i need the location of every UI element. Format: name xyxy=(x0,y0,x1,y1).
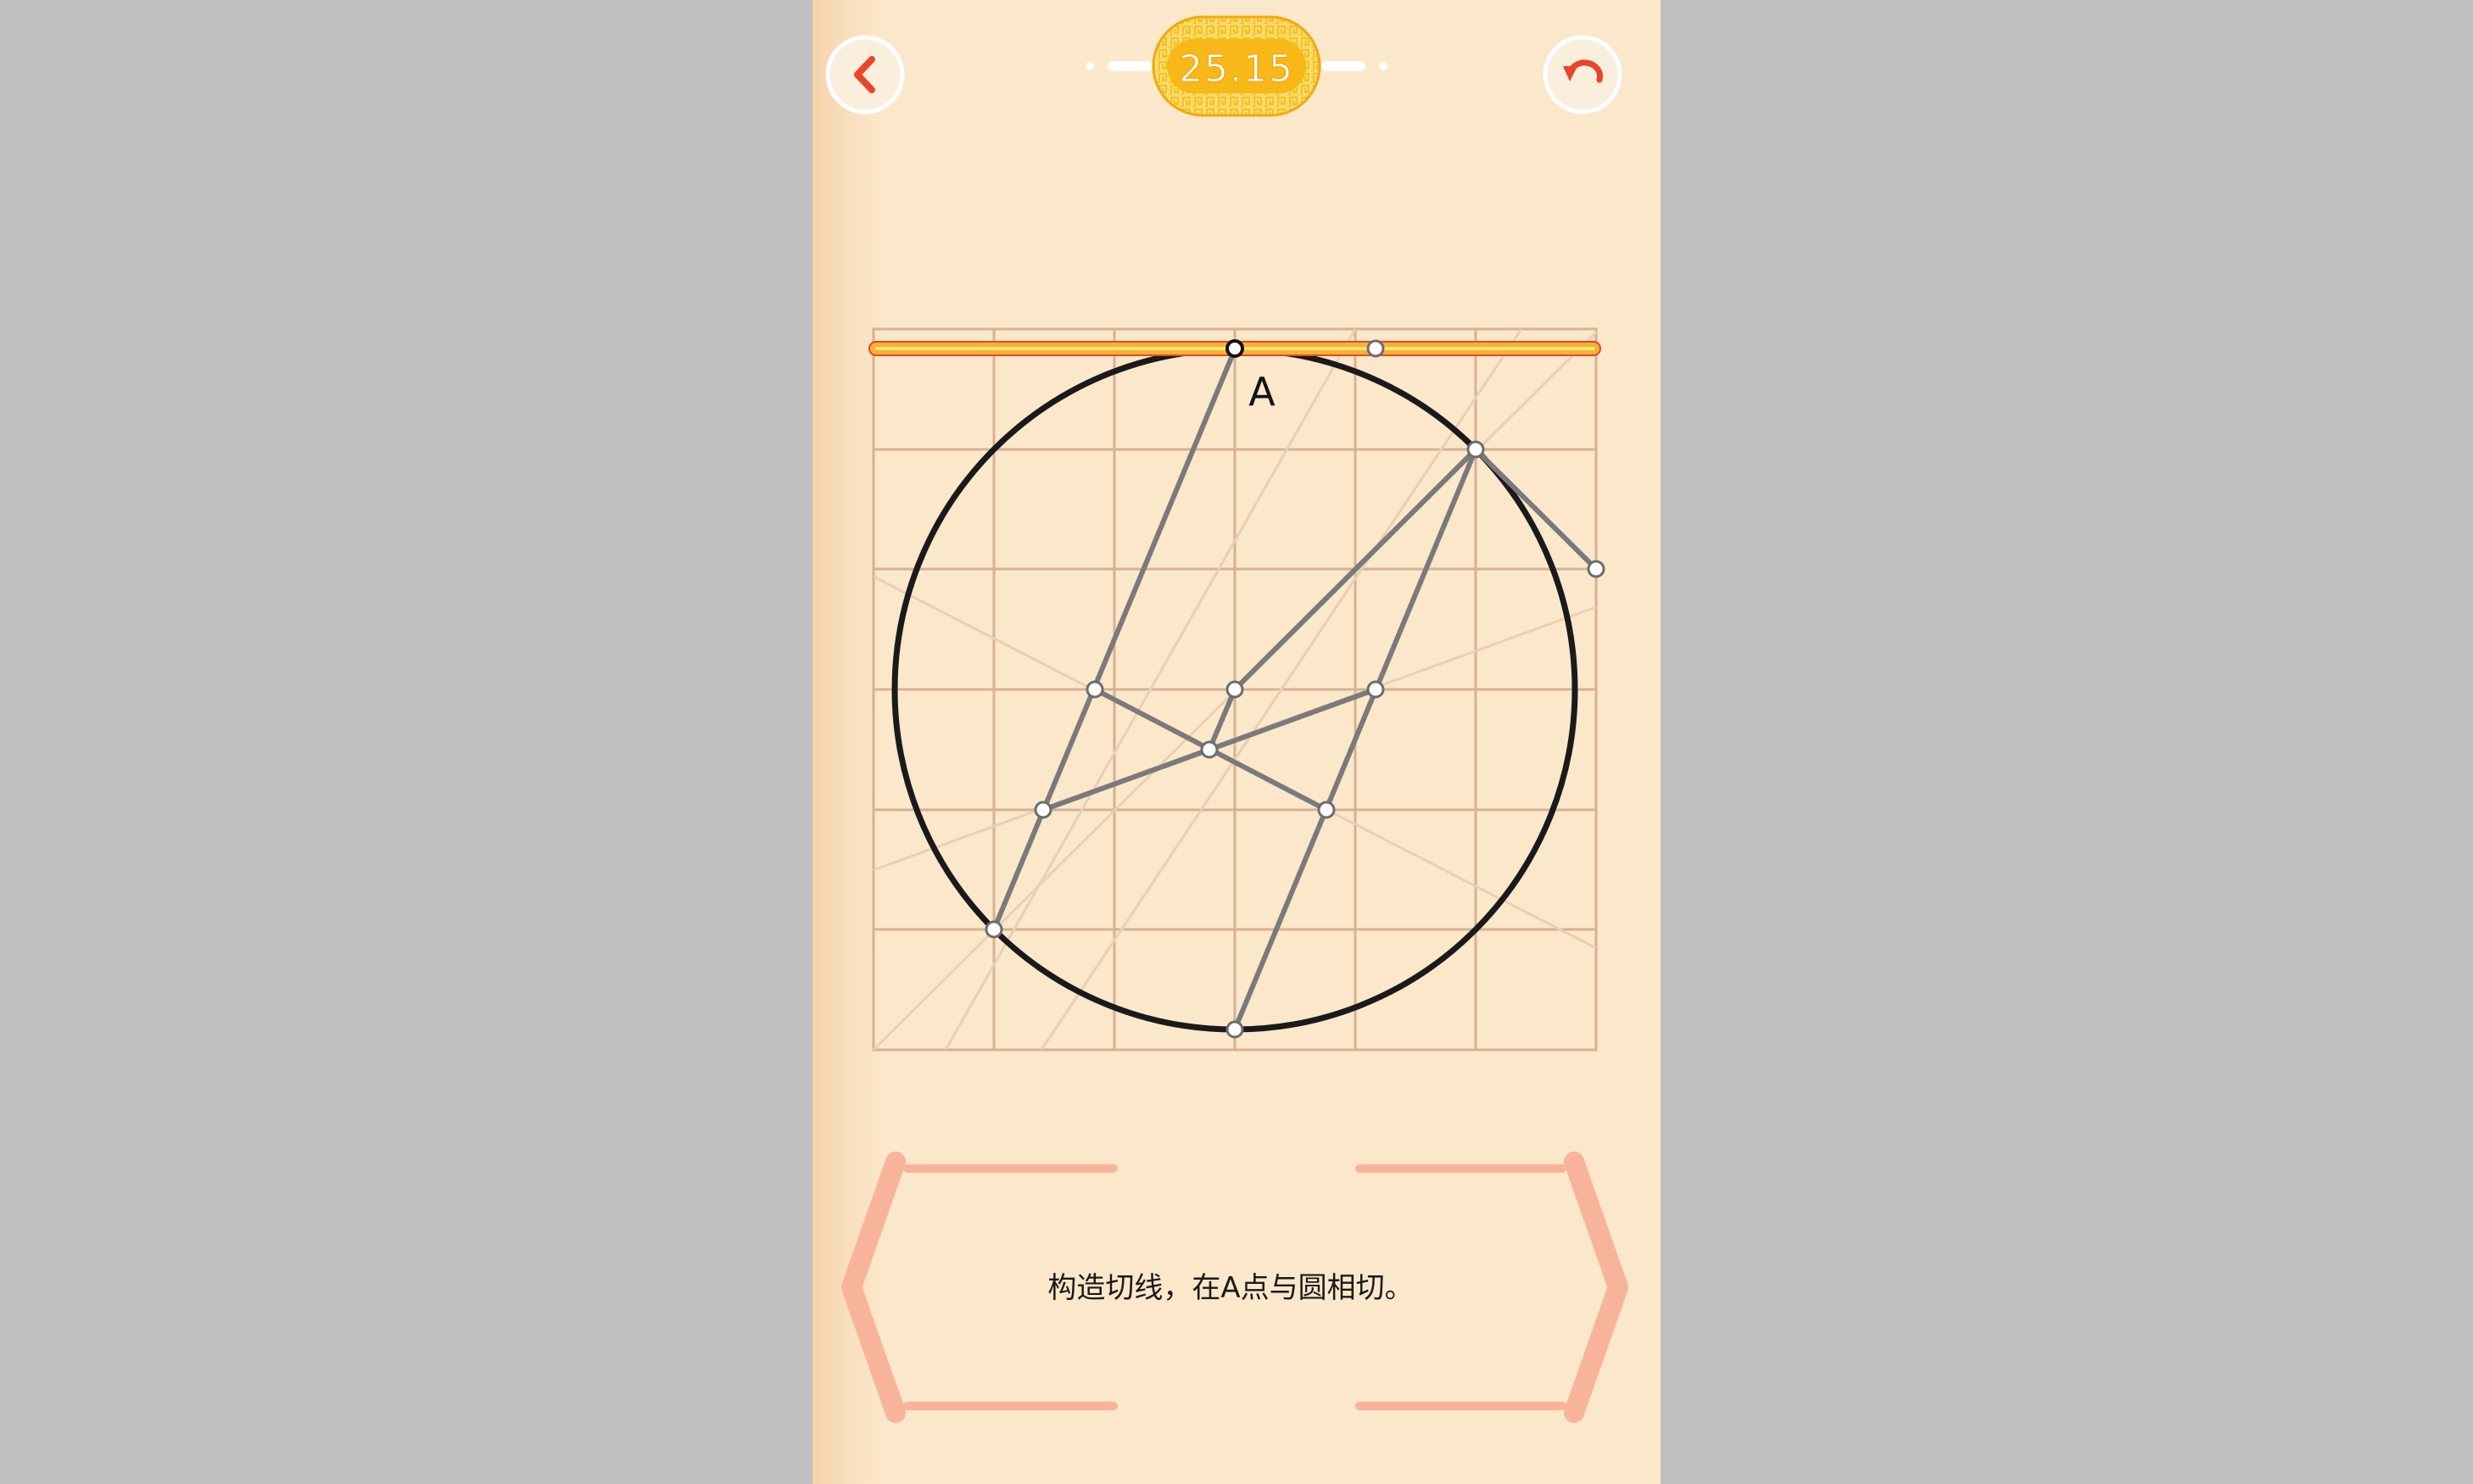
undo-button[interactable] xyxy=(1543,35,1622,114)
point xyxy=(1086,680,1104,699)
back-button[interactable] xyxy=(825,35,905,114)
point xyxy=(1034,801,1052,819)
level-badge: 25.15 xyxy=(1152,15,1321,117)
point-a[interactable] xyxy=(1225,339,1244,358)
point-a-label: A xyxy=(1248,369,1276,415)
point xyxy=(1366,680,1385,699)
point xyxy=(1366,339,1385,358)
point xyxy=(1466,440,1485,459)
point xyxy=(1225,1020,1244,1039)
point xyxy=(1587,560,1605,578)
geometry-board[interactable]: A xyxy=(868,327,1605,1052)
point xyxy=(985,920,1003,939)
point xyxy=(1200,740,1219,759)
point xyxy=(1317,801,1336,819)
phone-canvas: 25.15 A 构造切线，在A点与圆相切。 xyxy=(812,0,1661,1484)
point xyxy=(1225,680,1244,699)
level-number: 25.15 xyxy=(1179,47,1294,91)
game-svg: 25.15 A 构造切线，在A点与圆相切。 xyxy=(825,15,1628,1423)
instruction-text: 构造切线，在A点与圆相切。 xyxy=(1047,1271,1413,1305)
game-screen: 25.15 A 构造切线，在A点与圆相切。 xyxy=(0,0,2473,1484)
